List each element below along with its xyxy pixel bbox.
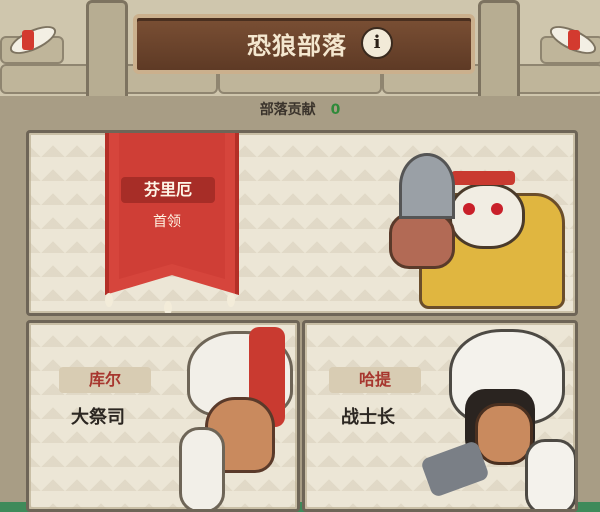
- leader-card[interactable]: 芬里厄 首领: [26, 130, 578, 316]
- member-name: 哈提: [329, 367, 421, 393]
- member-card-warrior[interactable]: 哈提 战士长: [302, 320, 578, 512]
- contribution-bar: 部落贡献 0: [0, 96, 600, 124]
- contribution-label: 部落贡献: [259, 102, 316, 118]
- member-card-priest[interactable]: 库尔 大祭司: [26, 320, 300, 512]
- priest-portrait: [169, 327, 297, 509]
- info-icon[interactable]: i: [361, 27, 393, 59]
- contribution-value: 0: [330, 102, 341, 118]
- leader-name: 芬里厄: [121, 177, 215, 203]
- leader-portrait: [379, 153, 569, 313]
- title-board: 恐狼部落 i: [133, 14, 475, 74]
- member-role: 大祭司: [71, 407, 125, 428]
- page-title: 恐狼部落: [247, 32, 347, 60]
- member-name: 库尔: [59, 367, 151, 393]
- leader-role: 首领: [153, 214, 181, 230]
- warrior-portrait: [419, 329, 575, 509]
- member-role: 战士长: [341, 407, 395, 428]
